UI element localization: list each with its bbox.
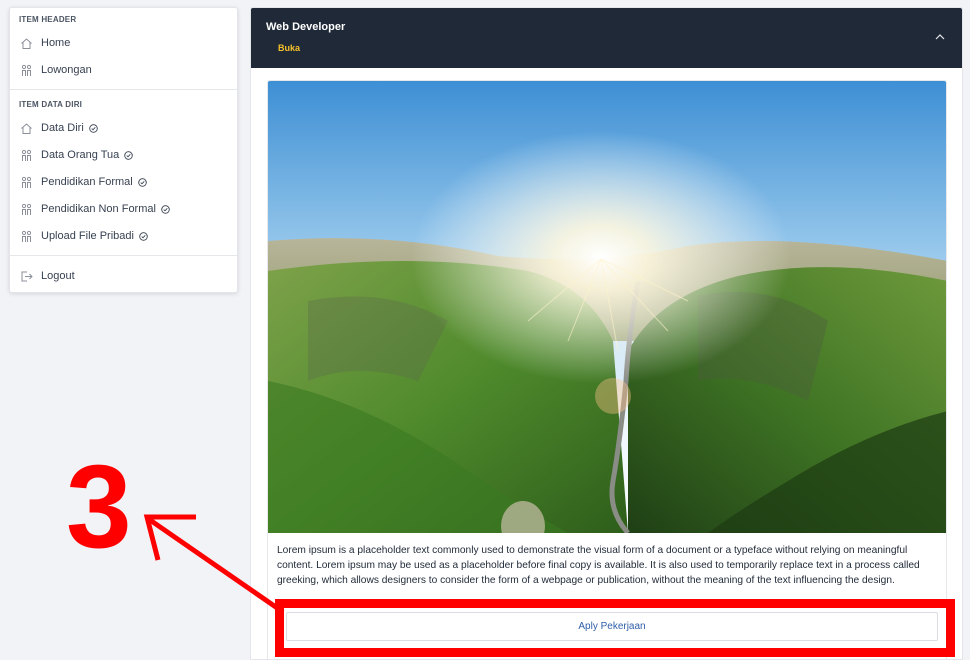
section-header-item-data-diri: ITEM DATA DIRI bbox=[19, 100, 83, 109]
sidebar-item-pendidikan-non-formal[interactable]: Pendidikan Non Formal bbox=[20, 199, 170, 219]
chevron-up-icon[interactable] bbox=[933, 30, 947, 44]
sidebar-item-label: Logout bbox=[41, 270, 75, 282]
people-icon bbox=[20, 64, 33, 77]
sidebar-item-data-diri[interactable]: Data Diri bbox=[20, 118, 98, 138]
people-icon bbox=[20, 149, 33, 162]
check-circle-icon bbox=[124, 150, 134, 160]
check-circle-icon bbox=[89, 123, 98, 133]
check-circle-icon bbox=[137, 177, 147, 187]
sidebar-divider bbox=[10, 255, 237, 256]
job-description: Lorem ipsum is a placeholder text common… bbox=[277, 545, 920, 586]
sidebar-item-label: Data Orang Tua bbox=[41, 149, 120, 161]
sidebar-divider bbox=[10, 89, 237, 90]
people-icon bbox=[20, 230, 33, 243]
annotation-step-number: 3 bbox=[66, 441, 132, 573]
sidebar-item-label: Lowongan bbox=[41, 64, 92, 76]
check-circle-icon bbox=[161, 204, 170, 214]
sidebar-item-lowongan[interactable]: Lowongan bbox=[20, 60, 92, 80]
job-panel: Web Developer Buka Lorem ipsum is a plac… bbox=[250, 7, 963, 660]
people-icon bbox=[20, 176, 33, 189]
job-title: Web Developer bbox=[266, 21, 346, 33]
sidebar-item-data-orang-tua[interactable]: Data Orang Tua bbox=[20, 145, 134, 165]
section-header-item-header: ITEM HEADER bbox=[19, 15, 77, 24]
sidebar-item-upload-file-pribadi[interactable]: Upload File Pribadi bbox=[20, 226, 148, 246]
job-status-badge: Buka bbox=[278, 43, 301, 53]
check-circle-icon bbox=[139, 231, 148, 241]
job-image bbox=[268, 81, 946, 533]
job-header[interactable]: Web Developer Buka bbox=[251, 8, 962, 68]
sidebar-item-label: Home bbox=[41, 37, 71, 49]
job-card: Lorem ipsum is a placeholder text common… bbox=[267, 80, 947, 659]
sidebar-item-label: Data Diri bbox=[41, 122, 84, 134]
home-icon bbox=[20, 37, 33, 50]
annotation-highlight-box bbox=[275, 599, 955, 657]
sidebar-item-label: Pendidikan Non Formal bbox=[41, 203, 156, 215]
sidebar-item-pendidikan-formal[interactable]: Pendidikan Formal bbox=[20, 172, 147, 192]
sidebar: ITEM HEADER Home Lowongan ITEM DATA DIRI… bbox=[9, 7, 238, 293]
sidebar-item-home[interactable]: Home bbox=[20, 33, 70, 53]
logout-icon bbox=[20, 270, 33, 283]
sidebar-item-label: Pendidikan Formal bbox=[41, 176, 133, 188]
people-icon bbox=[20, 203, 33, 216]
sidebar-item-label: Upload File Pribadi bbox=[41, 230, 134, 242]
sidebar-item-logout[interactable]: Logout bbox=[20, 266, 75, 286]
home-icon bbox=[20, 122, 33, 135]
